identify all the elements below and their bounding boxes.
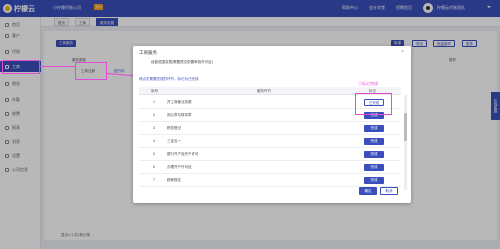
row-name: 开工商营业执照 (167, 100, 192, 104)
complete-button[interactable]: 完成 (364, 138, 384, 145)
row-index: 3 (153, 126, 155, 130)
complete-button[interactable]: 完成 (364, 177, 384, 184)
header-step: 服务环节 (257, 89, 271, 93)
table-row: 4 三证合一 完成 (139, 135, 401, 148)
row-index: 2 (153, 113, 155, 117)
table-row: 5 银行开户及开户许可 完成 (139, 148, 401, 161)
row-name: 办理开户许可证 (167, 165, 192, 169)
modal-title: 工商服务 (139, 50, 157, 55)
annotation-highlight-service (75, 62, 107, 80)
complete-button[interactable]: 完成 (364, 164, 384, 171)
row-name: 刻公章与财务章 (167, 113, 192, 117)
cancel-button[interactable]: 取消 (380, 187, 398, 195)
scrollbar-thumb[interactable] (404, 113, 407, 141)
annotation-step-label: ①标记完成 (358, 81, 378, 86)
complete-button[interactable]: 完成 (364, 151, 384, 158)
row-index: 7 (153, 178, 155, 182)
annotation-highlight-sidebar (2, 60, 40, 74)
table-row: 3 税务登记 完成 (139, 122, 401, 135)
modal-instruction: 请点击需要完成的环节，标记为已完成 (139, 77, 199, 81)
annotation-highlight-completed (355, 93, 392, 115)
row-index: 5 (153, 152, 155, 156)
row-index: 6 (153, 165, 155, 169)
confirm-button[interactable]: 确定 (359, 187, 377, 195)
row-index: 1 (153, 100, 155, 104)
table-row: 6 办理开户许可证 完成 (139, 161, 401, 174)
modal-scrollbar[interactable] (404, 95, 407, 190)
table-row: 7 税种核定 完成 (139, 174, 401, 187)
header-index: 序号 (151, 89, 158, 93)
service-modal: 工商服务 × 经营范围变更(需要提交前置审批许可证) 请点击需要完成的环节，标记… (133, 46, 411, 203)
row-name: 三证合一 (167, 139, 181, 143)
annotation-arrow (40, 66, 76, 67)
complete-button[interactable]: 完成 (364, 125, 384, 132)
modal-description: 经营范围变更(需要提交前置审批许可证) (151, 60, 213, 64)
row-name: 税种核定 (167, 178, 181, 182)
row-index: 4 (153, 139, 155, 143)
row-name: 银行开户及开户许可 (167, 152, 199, 156)
close-icon[interactable]: × (401, 49, 404, 55)
row-name: 税务登记 (167, 126, 181, 130)
